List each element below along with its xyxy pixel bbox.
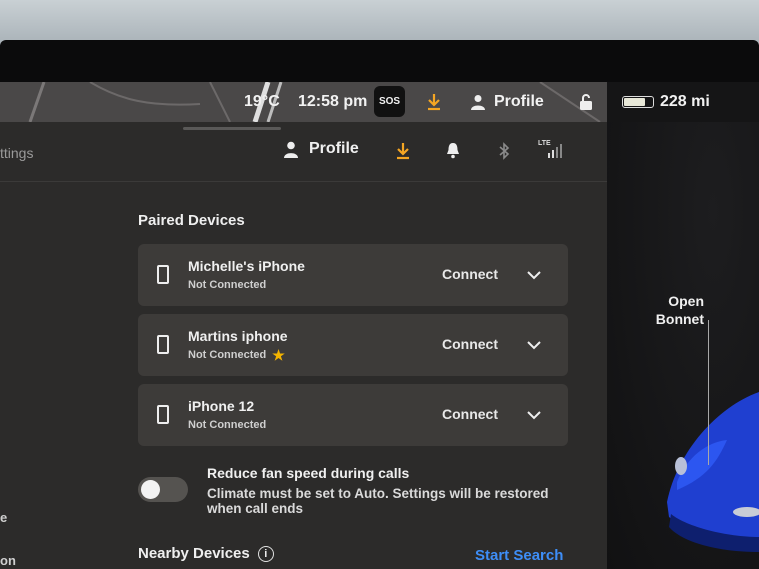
connect-button[interactable]: Connect (442, 406, 498, 422)
battery-range[interactable]: 228 mi (622, 82, 710, 122)
connect-button[interactable]: Connect (442, 336, 498, 352)
chevron-down-icon[interactable] (526, 268, 542, 286)
clock: 12:58 pm (298, 93, 368, 110)
start-search-link[interactable]: Start Search (475, 547, 563, 564)
device-name: Martins iphone (188, 328, 288, 344)
battery-icon (622, 96, 654, 108)
info-icon[interactable]: i (257, 545, 274, 562)
sos-label: SOS (378, 96, 401, 107)
lock-icon[interactable] (578, 82, 594, 122)
phone-icon (157, 405, 169, 424)
chevron-down-icon[interactable] (526, 338, 542, 356)
profile-button[interactable]: Profile (283, 140, 359, 158)
car-illustration (667, 392, 759, 552)
device-name: Michelle's iPhone (188, 258, 305, 274)
panel-header: ttings Profile LTE (0, 122, 607, 182)
lte-label: LTE (538, 140, 551, 147)
device-status-text: Not Connected (188, 419, 267, 431)
temperature-readout: 19°C (244, 93, 280, 110)
range-readout: 228 mi (660, 93, 710, 110)
phone-icon (157, 335, 169, 354)
profile-label-top: Profile (494, 93, 544, 110)
device-status-text: Not Connected (188, 349, 267, 361)
connect-button[interactable]: Connect (442, 266, 498, 282)
sos-button[interactable]: SOS (374, 86, 405, 117)
bluetooth-icon[interactable] (498, 142, 510, 165)
paired-devices-title: Paired Devices (138, 212, 245, 229)
profile-label: Profile (309, 140, 359, 157)
phone-icon (157, 265, 169, 284)
fan-speed-title: Reduce fan speed during calls (207, 465, 410, 481)
device-name: iPhone 12 (188, 398, 255, 414)
nearby-devices-header: Nearby Devices i (138, 545, 274, 562)
bonnet-pointer-line (708, 320, 709, 465)
toggle-knob (141, 480, 160, 499)
person-icon (284, 141, 298, 158)
nearby-devices-title: Nearby Devices (138, 545, 250, 562)
chevron-down-icon[interactable] (526, 408, 542, 426)
download-icon[interactable] (426, 82, 442, 122)
fan-speed-description: Climate must be set to Auto. Settings wi… (207, 486, 549, 516)
lte-signal-icon[interactable]: LTE (538, 140, 564, 160)
star-icon[interactable]: ★ (272, 348, 285, 362)
bell-icon[interactable] (446, 142, 460, 164)
profile-button-top[interactable]: Profile (470, 82, 544, 122)
left-edge-fragment: e (0, 510, 8, 525)
device-row[interactable]: Martins iphone Not Connected ★ Connect (138, 314, 568, 376)
screen-bezel (0, 40, 759, 84)
device-status: Not Connected (188, 279, 266, 291)
device-row[interactable]: iPhone 12 Not Connected Connect (138, 384, 568, 446)
drag-handle[interactable] (183, 127, 281, 130)
person-icon (471, 95, 485, 110)
battery-fill (624, 98, 645, 106)
vehicle-view (607, 122, 759, 569)
device-status: Not Connected ★ (188, 348, 285, 362)
settings-title-partial: ttings (0, 145, 34, 161)
device-status: Not Connected (188, 419, 266, 431)
device-row[interactable]: Michelle's iPhone Not Connected Connect (138, 244, 568, 306)
device-status-text: Not Connected (188, 279, 267, 291)
open-bonnet-button[interactable]: Open Bonnet (652, 292, 704, 328)
download-icon[interactable] (395, 142, 411, 165)
left-edge-fragment: on (0, 553, 16, 568)
fan-speed-toggle[interactable] (138, 477, 188, 502)
